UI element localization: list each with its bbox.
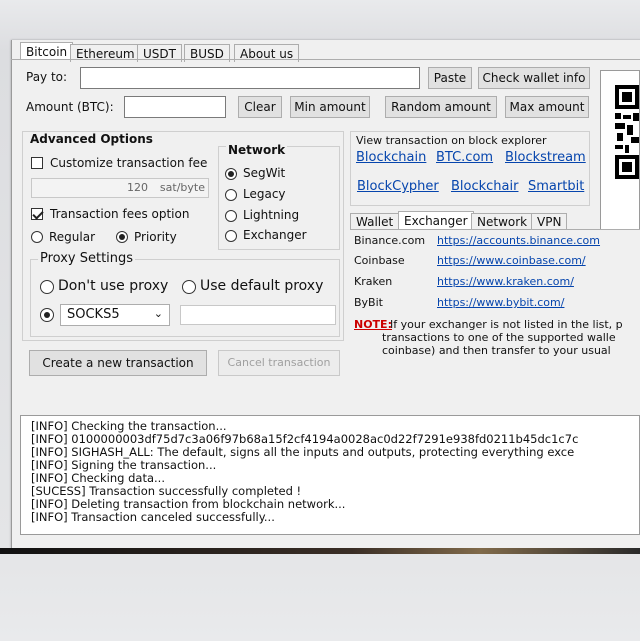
priority-radio[interactable] bbox=[116, 231, 128, 243]
smartbit-link[interactable]: Smartbit bbox=[528, 179, 584, 194]
fees-option-label: Transaction fees option bbox=[50, 207, 190, 221]
pay-to-label: Pay to: bbox=[26, 70, 68, 84]
cancel-transaction-button[interactable]: Cancel transaction bbox=[218, 350, 340, 376]
log-panel[interactable]: [INFO] Checking the transaction... [INFO… bbox=[20, 415, 640, 535]
lightning-label: Lightning bbox=[243, 208, 300, 222]
blockcypher-link[interactable]: BlockCypher bbox=[357, 179, 439, 194]
chevron-down-icon: ⌄ bbox=[153, 307, 163, 320]
exchanger-radio[interactable] bbox=[225, 230, 237, 242]
lightning-radio[interactable] bbox=[225, 210, 237, 222]
exchange-link[interactable]: https://accounts.binance.com bbox=[437, 234, 600, 247]
blockstream-link[interactable]: Blockstream bbox=[505, 150, 586, 165]
proxy-address-input[interactable] bbox=[180, 305, 336, 325]
regular-label: Regular bbox=[49, 230, 96, 244]
customize-fee-checkbox[interactable] bbox=[31, 157, 43, 169]
note-label: NOTE: bbox=[354, 318, 392, 331]
tab-strip-line bbox=[11, 59, 640, 60]
btc-com-link[interactable]: BTC.com bbox=[436, 150, 493, 165]
blockchair-link[interactable]: Blockchair bbox=[451, 179, 518, 194]
use-default-proxy-radio[interactable] bbox=[182, 280, 196, 294]
proxy-settings-title: Proxy Settings bbox=[38, 251, 136, 266]
subtab-vpn[interactable]: VPN bbox=[531, 213, 568, 230]
fee-unit: sat/byte bbox=[159, 181, 205, 194]
paste-button[interactable]: Paste bbox=[428, 67, 472, 89]
legacy-label: Legacy bbox=[243, 187, 286, 201]
advanced-options-title: Advanced Options bbox=[30, 132, 153, 146]
pay-to-input[interactable] bbox=[80, 67, 420, 89]
regular-radio[interactable] bbox=[31, 231, 43, 243]
network-title: Network bbox=[226, 143, 288, 157]
subtab-line bbox=[350, 229, 640, 230]
max-amount-button[interactable]: Max amount bbox=[505, 96, 589, 118]
note-text-3: coinbase) and then transfer to your usua… bbox=[382, 344, 611, 357]
proxy-type-select[interactable]: SOCKS5 ⌄ bbox=[60, 304, 170, 326]
exchange-link[interactable]: https://www.coinbase.com/ bbox=[437, 254, 586, 267]
random-amount-button[interactable]: Random amount bbox=[385, 96, 497, 118]
fees-option-checkbox[interactable] bbox=[31, 208, 43, 220]
segwit-label: SegWit bbox=[243, 166, 286, 180]
subtab-exchanger[interactable]: Exchanger bbox=[398, 211, 474, 230]
qr-code-icon bbox=[615, 85, 639, 179]
socks5-radio[interactable] bbox=[40, 308, 54, 322]
legacy-radio[interactable] bbox=[225, 189, 237, 201]
exchange-name: Coinbase bbox=[354, 254, 405, 267]
amount-input[interactable] bbox=[124, 96, 226, 118]
exchange-name: Kraken bbox=[354, 275, 393, 288]
create-transaction-button[interactable]: Create a new transaction bbox=[29, 350, 207, 376]
fee-value: 120 bbox=[127, 181, 148, 194]
check-wallet-info-button[interactable]: Check wallet info bbox=[478, 67, 590, 89]
segwit-radio[interactable] bbox=[225, 168, 237, 180]
clear-button[interactable]: Clear bbox=[238, 96, 282, 118]
qr-code bbox=[600, 70, 640, 230]
tab-bitcoin[interactable]: Bitcoin bbox=[20, 42, 74, 60]
log-line: [INFO] Transaction canceled successfully… bbox=[31, 510, 275, 524]
subtab-wallet[interactable]: Wallet bbox=[350, 213, 400, 230]
exchange-link[interactable]: https://www.kraken.com/ bbox=[437, 275, 574, 288]
dont-use-proxy-radio[interactable] bbox=[40, 280, 54, 294]
fee-field[interactable]: 120 sat/byte bbox=[31, 178, 209, 198]
note-text-1: If your exchanger is not listed in the l… bbox=[390, 318, 623, 331]
background-strip bbox=[0, 548, 640, 554]
dont-use-proxy-label: Don't use proxy bbox=[58, 278, 169, 294]
min-amount-button[interactable]: Min amount bbox=[290, 96, 370, 118]
exchanger-label: Exchanger bbox=[243, 228, 307, 242]
customize-fee-label: Customize transaction fee bbox=[50, 156, 208, 170]
amount-label: Amount (BTC): bbox=[26, 100, 114, 114]
explorer-title: View transaction on block explorer bbox=[356, 134, 547, 147]
subtab-network[interactable]: Network bbox=[471, 213, 534, 230]
note-text-2: transactions to one of the supported wal… bbox=[382, 331, 616, 344]
exchange-link[interactable]: https://www.bybit.com/ bbox=[437, 296, 564, 309]
blockchain-link[interactable]: Blockchain bbox=[356, 150, 426, 165]
use-default-proxy-label: Use default proxy bbox=[200, 278, 324, 294]
exchange-name: Binance.com bbox=[354, 234, 426, 247]
proxy-type-value: SOCKS5 bbox=[67, 307, 120, 322]
priority-label: Priority bbox=[134, 230, 177, 244]
exchange-name: ByBit bbox=[354, 296, 383, 309]
